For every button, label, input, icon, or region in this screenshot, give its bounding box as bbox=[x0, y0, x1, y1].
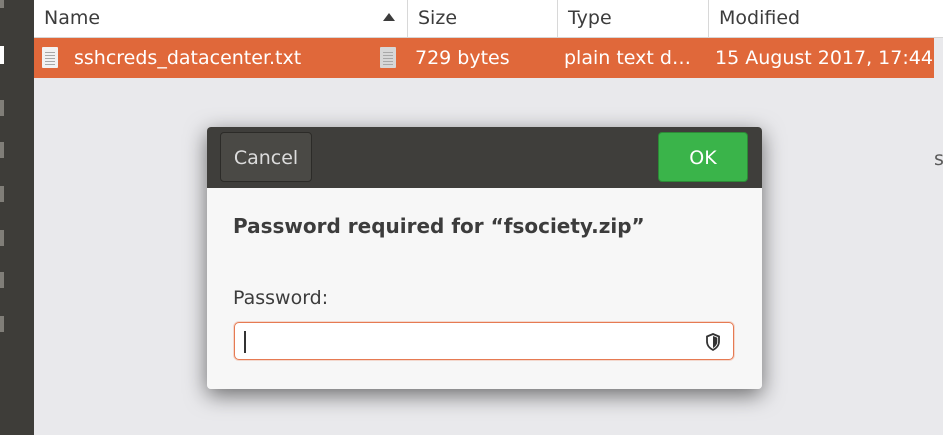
sidebar-tick bbox=[0, 316, 4, 332]
column-header-modified[interactable]: Modified bbox=[709, 0, 943, 37]
file-modified: 15 August 2017, 17:44 bbox=[715, 47, 933, 69]
column-header-name-label: Name bbox=[44, 7, 101, 29]
password-dialog: Cancel OK Password required for “fsociet… bbox=[207, 127, 762, 389]
password-field[interactable] bbox=[234, 322, 734, 360]
dialog-body: Password required for “fsociety.zip” Pas… bbox=[207, 188, 762, 389]
sidebar-tick bbox=[0, 100, 4, 116]
file-row-selected[interactable]: sshcreds_datacenter.txt 729 bytes plain … bbox=[34, 38, 934, 78]
file-size: 729 bytes bbox=[415, 47, 510, 69]
sidebar-tick-active bbox=[0, 46, 4, 64]
text-caret bbox=[244, 331, 246, 353]
dialog-header-bar: Cancel OK bbox=[207, 127, 762, 188]
sidebar-tick bbox=[0, 0, 4, 8]
file-name: sshcreds_datacenter.txt bbox=[74, 47, 302, 69]
column-header-size-label: Size bbox=[418, 7, 458, 29]
text-file-icon bbox=[42, 47, 58, 68]
column-header-modified-label: Modified bbox=[719, 7, 801, 29]
cancel-button[interactable]: Cancel bbox=[220, 132, 312, 182]
file-type: plain text d… bbox=[564, 47, 691, 69]
text-file-small-icon bbox=[380, 47, 396, 68]
ok-button[interactable]: OK bbox=[658, 132, 748, 182]
column-header-size[interactable]: Size bbox=[408, 0, 558, 37]
sidebar-tick bbox=[0, 186, 4, 202]
column-header-bar: Name Size Type Modified bbox=[34, 0, 943, 38]
shield-icon[interactable] bbox=[705, 333, 721, 355]
sidebar-tick bbox=[0, 230, 4, 246]
column-header-type-label: Type bbox=[568, 7, 612, 29]
clipped-text: s bbox=[934, 148, 943, 170]
sidebar-strip bbox=[0, 0, 34, 435]
sidebar-tick bbox=[0, 272, 4, 288]
column-header-type[interactable]: Type bbox=[558, 0, 709, 37]
sort-ascending-icon bbox=[383, 13, 395, 21]
column-header-name[interactable]: Name bbox=[34, 0, 408, 37]
sidebar-tick bbox=[0, 142, 4, 158]
dialog-title: Password required for “fsociety.zip” bbox=[233, 214, 645, 238]
password-label: Password: bbox=[233, 287, 329, 309]
